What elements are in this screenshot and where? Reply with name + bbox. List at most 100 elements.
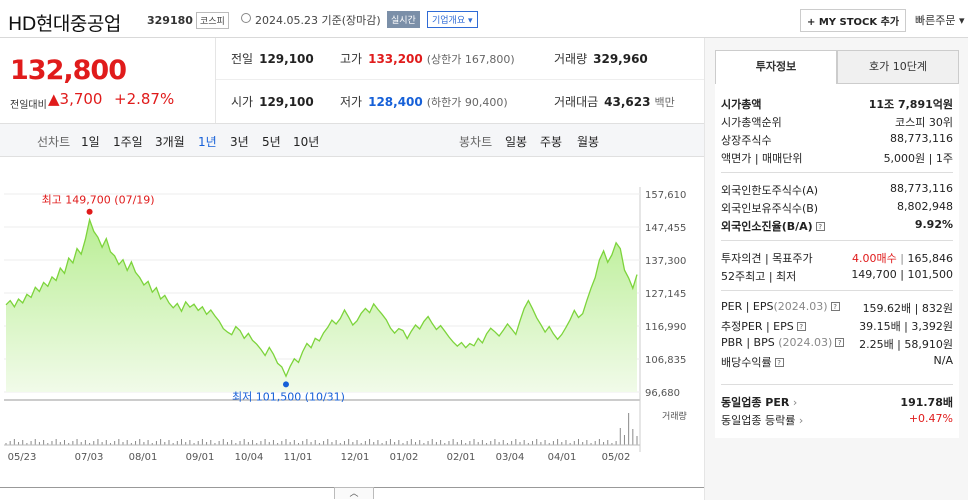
volume-bar — [93, 441, 95, 445]
volume-bar — [181, 439, 183, 445]
volume-bar — [377, 440, 379, 445]
tab-1day[interactable]: 1일 — [81, 133, 100, 150]
volume-bar — [636, 436, 638, 445]
metric-low: 저가 128,400 (하한가 90,400) — [340, 95, 508, 109]
x-tick-label: 10/04 — [235, 452, 264, 463]
help-icon[interactable]: ? — [774, 358, 784, 367]
high-label: 최고 149,700 (07/19) — [42, 194, 155, 207]
chart-period-tabs: 선차트 1일 1주일 3개월 1년 3년 5년 10년 봉차트 일봉 주봉 월봉 — [0, 123, 704, 157]
metrics-row-2: 시가 129,100 저가 128,400 (하한가 90,400) 거래대금 43,6… — [216, 81, 704, 123]
x-tick-label: 05/23 — [8, 452, 37, 463]
company-overview-dropdown[interactable]: 기업개요 ▾ — [427, 11, 478, 28]
volume-bar — [272, 440, 274, 445]
tab-5year[interactable]: 5년 — [262, 133, 281, 150]
quick-order-dropdown[interactable]: 빠른주문 ▾ — [915, 12, 965, 28]
tab-order-book[interactable]: 호가 10단계 — [837, 50, 959, 84]
x-tick-label: 01/02 — [390, 452, 419, 463]
tab-3month[interactable]: 3개월 — [155, 133, 185, 150]
volume-bar — [364, 441, 366, 445]
price-chart-svg: 157,610 147,455 137,300 127,145 116,990 106,8… — [4, 187, 687, 463]
volume-bar — [260, 441, 262, 445]
volume-bar — [628, 413, 630, 445]
volume-bar — [84, 440, 86, 445]
metric-open: 시가 129,100 — [231, 95, 314, 109]
price-chart[interactable]: 157,610 147,455 137,300 127,145 116,990 106,8… — [0, 157, 704, 487]
volume-bar — [573, 441, 575, 445]
volume-bar — [557, 439, 559, 445]
tab-monthly[interactable]: 월봉 — [577, 133, 599, 150]
volume-bar — [34, 439, 36, 445]
info-row-opinion: 투자의견 | 목표주가 4.00매수 | 165,846 — [721, 252, 953, 265]
volume-bar — [490, 441, 492, 445]
x-tick-label: 08/01 — [129, 452, 158, 463]
volume-bar — [481, 440, 483, 445]
volume-bar — [335, 440, 337, 445]
x-tick-label: 11/01 — [284, 452, 313, 463]
tab-10year[interactable]: 10년 — [293, 133, 319, 150]
volume-bar — [105, 440, 107, 445]
y-tick-label: 106,835 — [645, 355, 686, 366]
tab-3year[interactable]: 3년 — [230, 133, 249, 150]
volume-bar — [293, 440, 295, 445]
stock-code: 329180 — [147, 14, 193, 27]
price-panel: 132,800 전일대비 ▲3,700 +2.87% — [0, 38, 216, 123]
add-my-stock-button[interactable]: + MY STOCK 추가 — [800, 9, 907, 32]
volume-bar — [389, 439, 391, 445]
volume-bar — [168, 440, 170, 445]
y-tick-label: 127,145 — [645, 289, 686, 300]
volume-bar — [97, 439, 99, 445]
volume-bar — [615, 441, 617, 445]
info-row-52week: 52주최고 | 최저 149,700 | 101,500 — [721, 268, 953, 283]
tab-weekly[interactable]: 주봉 — [540, 133, 562, 150]
volume-bar — [406, 441, 408, 445]
volume-bar — [252, 440, 254, 445]
tab-1week[interactable]: 1주일 — [113, 133, 143, 150]
x-tick-label: 09/01 — [186, 452, 215, 463]
volume-bar — [43, 440, 45, 445]
volume-bar — [460, 440, 462, 445]
tab-1year[interactable]: 1년 — [198, 133, 217, 150]
y-tick-label: 137,300 — [645, 256, 686, 267]
volume-legend: 거래량 — [662, 410, 687, 422]
volume-bar — [281, 441, 283, 445]
current-price: 132,800 — [10, 55, 127, 86]
volume-bar — [176, 441, 178, 445]
volume-bar — [494, 439, 496, 445]
y-tick-label: 157,610 — [645, 190, 686, 201]
clock-icon — [241, 13, 251, 23]
realtime-button[interactable]: 실시간 — [387, 11, 420, 28]
volume-bar — [577, 439, 579, 445]
x-tick-label: 03/04 — [496, 452, 525, 463]
volume-bar — [210, 440, 212, 445]
volume-bar — [264, 439, 266, 445]
low-label: 최저 101,500 (10/31) — [232, 390, 345, 403]
volume-bar — [523, 440, 525, 445]
volume-bar — [327, 439, 329, 445]
help-icon[interactable]: ? — [796, 322, 806, 331]
volume-bar — [469, 441, 471, 445]
stock-name: HD현대중공업 — [8, 13, 121, 35]
help-icon[interactable]: ? — [830, 302, 840, 311]
volume-bar — [410, 439, 412, 445]
collapse-chart-button[interactable]: ︿ — [334, 487, 374, 499]
help-icon[interactable]: ? — [835, 338, 845, 347]
investment-info-panel: 투자정보 호가 10단계 시가총액 11조 7,891억원 시가총액순위 코스피 3… — [704, 38, 968, 500]
volume-bar — [155, 441, 157, 445]
volume-bar — [552, 441, 554, 445]
volume-bar — [632, 429, 634, 445]
x-tick-label: 02/01 — [447, 452, 476, 463]
volume-bar — [243, 439, 245, 445]
x-tick-label: 12/01 — [341, 452, 370, 463]
market-badge: 코스피 — [196, 12, 229, 29]
volume-bar — [440, 440, 442, 445]
price-area — [6, 219, 637, 392]
stock-header: HD현대중공업 329180 코스피 2024.05.23 기준(장마감) 실시… — [0, 0, 968, 38]
volume-bar — [502, 440, 504, 445]
help-icon[interactable]: ? — [815, 222, 825, 231]
volume-bar — [323, 441, 325, 445]
volume-bar — [427, 441, 429, 445]
volume-bar — [511, 441, 513, 445]
tab-investment-info[interactable]: 투자정보 — [715, 50, 837, 84]
tab-daily[interactable]: 일봉 — [505, 133, 527, 150]
volume-bar — [147, 440, 149, 445]
